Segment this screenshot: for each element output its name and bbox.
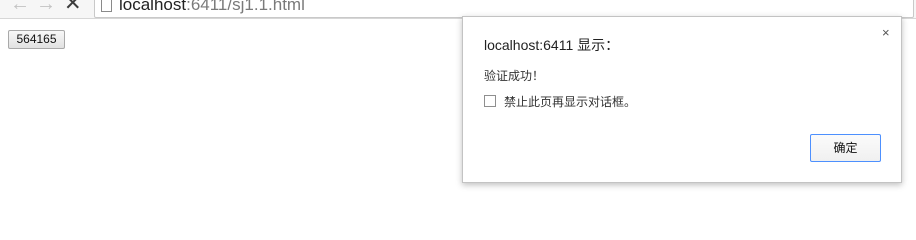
page-icon — [101, 0, 112, 12]
url-path: :6411/sj1.1.html — [186, 0, 305, 14]
dialog-message: 验证成功！ — [484, 69, 545, 83]
url-host: localhost — [119, 0, 187, 14]
alert-dialog: localhost:6411 显示： × 验证成功！ 禁止此页再显示对话框。 确… — [462, 16, 902, 183]
code-button[interactable]: 564165 — [8, 30, 65, 49]
stop-loading-close-icon[interactable]: ✕ — [64, 0, 82, 14]
suppress-dialogs-label[interactable]: 禁止此页再显示对话框。 — [504, 93, 636, 110]
suppress-dialogs-option[interactable]: 禁止此页再显示对话框。 — [484, 93, 636, 109]
dialog-title: localhost:6411 显示： — [484, 37, 620, 53]
ok-button[interactable]: 确定 — [810, 134, 881, 162]
suppress-dialogs-checkbox[interactable] — [484, 95, 496, 107]
forward-arrow-icon[interactable]: → — [36, 0, 56, 14]
close-icon[interactable]: × — [882, 25, 890, 40]
url-text[interactable]: localhost:6411/sj1.1.html — [119, 0, 305, 17]
back-arrow-icon[interactable]: ← — [10, 0, 30, 14]
